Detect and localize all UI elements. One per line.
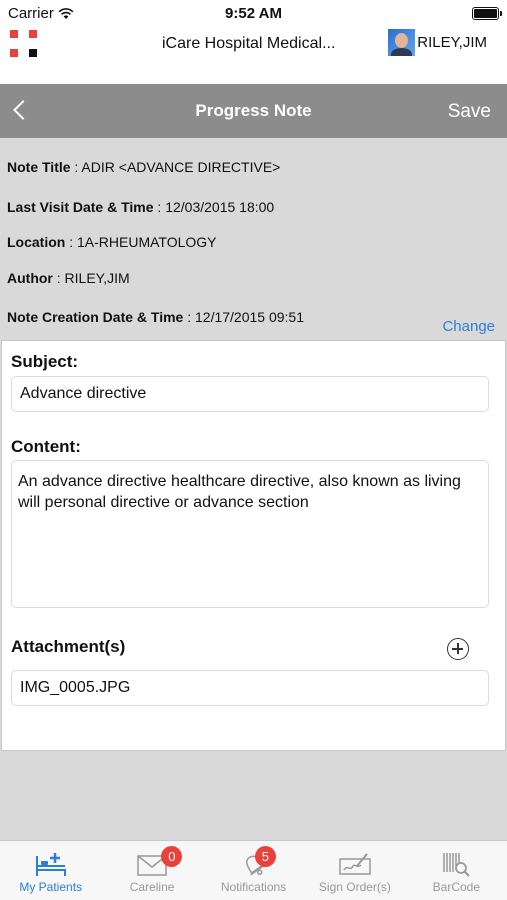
note-title-row: Note Title : ADIR <ADVANCE DIRECTIVE> — [7, 159, 280, 175]
location-row: Location : 1A-RHEUMATOLOGY — [7, 234, 217, 250]
note-form: Subject: Advance directive Content: An a… — [1, 340, 506, 751]
signature-icon — [339, 853, 371, 875]
note-title-key: Note Title — [7, 159, 71, 175]
status-bar: Carrier 9:52 AM — [0, 0, 507, 28]
note-info: Note Title : ADIR <ADVANCE DIRECTIVE> La… — [0, 138, 507, 340]
last-visit-key: Last Visit Date & Time — [7, 199, 154, 215]
note-creation-value: : 12/17/2015 09:51 — [183, 309, 305, 325]
subject-label: Subject: — [11, 352, 79, 371]
tab-my-patients[interactable]: My Patients — [0, 841, 101, 900]
battery-icon — [472, 7, 502, 20]
tab-barcode[interactable]: BarCode — [406, 841, 507, 900]
content-textarea[interactable]: An advance directive healthcare directiv… — [11, 460, 489, 608]
notifications-badge: 5 — [254, 846, 276, 867]
page-title: Progress Note — [195, 101, 312, 120]
user-profile[interactable]: RILEY,JIM — [388, 29, 487, 56]
patient-bed-icon — [35, 853, 66, 876]
note-creation-row: Note Creation Date & Time : 12/17/2015 0… — [7, 309, 304, 325]
hospital-logo-icon — [10, 30, 40, 60]
location-value: : 1A-RHEUMATOLOGY — [65, 234, 217, 250]
content-label: Content: — [11, 437, 81, 456]
tab-notifications[interactable]: 5 Notifications — [203, 841, 304, 900]
attachment-item[interactable]: IMG_0005.JPG — [11, 670, 489, 706]
tab-barcode-label: BarCode — [432, 880, 481, 894]
change-link[interactable]: Change — [442, 318, 495, 335]
tab-my-patients-label: My Patients — [19, 880, 83, 894]
last-visit-value: : 12/03/2015 18:00 — [153, 199, 275, 215]
note-title-value: : ADIR <ADVANCE DIRECTIVE> — [70, 159, 281, 175]
save-button[interactable]: Save — [448, 101, 491, 123]
status-time: 9:52 AM — [225, 5, 282, 22]
last-visit-row: Last Visit Date & Time : 12/03/2015 18:0… — [7, 199, 274, 215]
app-title: iCare Hospital Medical... — [162, 35, 336, 52]
careline-badge: 0 — [161, 846, 183, 867]
barcode-scan-icon — [443, 853, 471, 877]
tab-sign-orders-label: Sign Order(s) — [318, 880, 391, 894]
note-creation-key: Note Creation Date & Time — [7, 309, 184, 325]
tab-sign-orders[interactable]: Sign Order(s) — [304, 841, 405, 900]
tab-careline[interactable]: 0 Careline — [101, 841, 202, 900]
nav-bar: Progress Note Save — [0, 84, 507, 138]
add-attachment-icon[interactable] — [447, 638, 469, 660]
author-row: Author : RILEY,JIM — [7, 270, 130, 286]
avatar[interactable] — [388, 29, 416, 56]
tab-notifications-label: Notifications — [220, 880, 287, 894]
subject-field[interactable]: Advance directive — [11, 376, 489, 412]
author-key: Author — [7, 270, 53, 286]
author-value: : RILEY,JIM — [52, 270, 130, 286]
tab-careline-label: Careline — [129, 880, 175, 894]
location-key: Location — [7, 234, 66, 250]
app-header: iCare Hospital Medical... RILEY,JIM — [0, 28, 507, 84]
attachments-label: Attachment(s) — [11, 637, 126, 656]
tab-bar: My Patients 0 Careline 5 Notifications S… — [0, 840, 507, 900]
user-name: RILEY,JIM — [417, 34, 487, 51]
